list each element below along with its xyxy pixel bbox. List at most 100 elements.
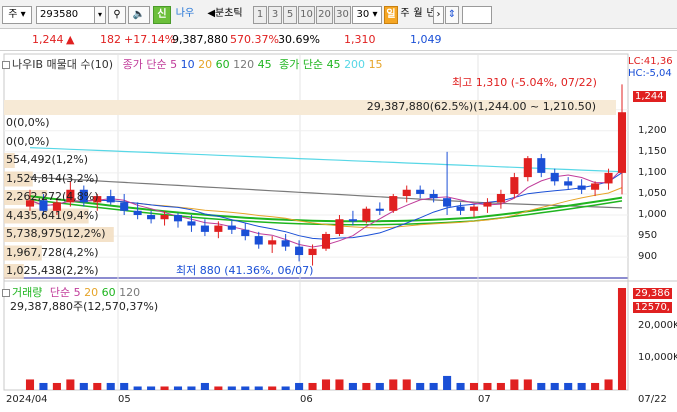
candle-body [429, 193, 438, 199]
volume-profile-label: 0(0,0%) [6, 134, 50, 148]
interval-3-button[interactable]: 3 [268, 6, 282, 24]
candle-body [564, 181, 573, 186]
interval-tick-button[interactable]: ◀분초틱 [200, 6, 250, 24]
market-select[interactable]: 주 ▾ [2, 6, 32, 24]
candle-body [389, 196, 398, 211]
updown-arrow-icon[interactable]: ⇕ [445, 6, 459, 24]
stock-code-value: 293580 [40, 9, 79, 20]
extra-input[interactable] [462, 6, 492, 24]
volume-profile-label: 2,262,272(4,8%) [6, 190, 99, 203]
lc-label: LC:41,36 [628, 56, 673, 67]
volume-bar [469, 382, 479, 390]
candle-body [550, 172, 559, 182]
current-price-tag: 1,244 [633, 91, 666, 102]
volume-bar [187, 386, 196, 390]
interval-20-button[interactable]: 20 [316, 6, 333, 24]
volume-bar [200, 382, 209, 390]
naum-button[interactable]: 나우 [171, 6, 199, 24]
volume-profile-label: 1,025,438(2,2%) [6, 264, 99, 277]
candle-body [321, 233, 331, 249]
volume-bar [227, 386, 236, 390]
candle-body [106, 196, 115, 203]
date-axis-tick: 05 [118, 394, 131, 405]
legend-checkbox-icon[interactable] [2, 61, 10, 69]
interval-select[interactable]: 30 ▾ [352, 6, 382, 24]
interval-1-button[interactable]: 1 [253, 6, 267, 24]
turnover-rate: 30.69% [278, 33, 320, 46]
volume-bar [52, 382, 61, 390]
price-axis-tick: 1,150 [638, 145, 667, 157]
candle-body [160, 215, 169, 220]
high-price: 1,310 [344, 33, 376, 46]
interval-30-button[interactable]: 30 [334, 6, 351, 24]
volume-bar [173, 386, 183, 390]
low-annotation: 최저 880 (41.36%, 06/07) [176, 264, 314, 277]
candle-body [173, 215, 183, 222]
interval-select-value: 30 [356, 9, 370, 20]
candle-body [443, 198, 452, 207]
candle-body [241, 229, 250, 237]
volume-bar [25, 379, 35, 390]
volume-bar [79, 382, 88, 390]
volume-bar [389, 379, 398, 390]
candle-body [416, 189, 425, 194]
chart-area[interactable]: 29,387,880(62.5%)(1,244.00 ~ 1,210.50) 나… [0, 52, 677, 412]
ma-period-10: 10 [180, 58, 195, 71]
chevron-right-icon[interactable]: › [433, 6, 444, 24]
price-axis-tick: 900 [638, 251, 658, 263]
candle-body [456, 206, 465, 211]
ma2-period-45: 45 [326, 58, 341, 71]
current-volume-tag: 29,386 [633, 288, 672, 299]
candle-body [375, 208, 384, 211]
volume-bar [550, 382, 559, 390]
candle-body [591, 183, 600, 190]
interval-5-button[interactable]: 5 [283, 6, 297, 24]
volume-profile-label: 1,967,728(4,2%) [6, 245, 99, 259]
ma2-label: 종가 단순 [279, 58, 324, 71]
volume-bar [335, 379, 344, 390]
interval-10-button[interactable]: 10 [298, 6, 315, 24]
hc-label: HC:-5,04 [628, 68, 672, 79]
volume-bar [281, 386, 290, 390]
volume-bar [402, 379, 411, 390]
search-icon[interactable]: ⚲ [108, 6, 126, 24]
quote-row: 1,244 ▲ 182 +17.14% 9,387,880 570.37% 30… [0, 29, 677, 51]
speaker-icon[interactable]: 🔈 [128, 6, 150, 24]
volume-bar [564, 382, 573, 390]
candle-body [537, 158, 546, 173]
price-axis-tick: 1,000 [638, 209, 667, 221]
candle-body [604, 172, 613, 184]
high-annotation: 최고 1,310 (-5.04%, 07/22) [452, 76, 597, 89]
candle-body [200, 225, 209, 232]
volume-profile-label: 554,492(1,2%) [6, 153, 89, 166]
volume-bar [93, 382, 102, 390]
stock-code-dropdown-icon[interactable]: ▾ [94, 6, 106, 24]
candle-body [483, 202, 492, 207]
candle-body [469, 206, 479, 211]
volume-profile-label: 5,738,975(12,2%) [6, 227, 106, 240]
price-axis-tick: 950 [638, 230, 658, 242]
legend-checkbox-icon[interactable] [2, 289, 10, 297]
change-amount: 182 [100, 33, 121, 46]
period-day-button[interactable]: 일 [384, 6, 398, 24]
volume-axis-tick: 20,000K [638, 320, 677, 331]
candle-body [254, 236, 263, 245]
date-axis-tick: 2024/04 [6, 394, 48, 405]
volume-bar [617, 288, 627, 390]
low-price: 1,049 [410, 33, 442, 46]
volume-bar [308, 382, 317, 390]
volume-bar [348, 382, 357, 390]
candle-body [281, 240, 290, 247]
candle-body [120, 202, 129, 211]
volume-bar [362, 382, 371, 390]
candle-body [133, 210, 142, 216]
volume-bar [456, 382, 465, 390]
price-axis-tick: 1,200 [638, 124, 667, 136]
new-button[interactable]: 신 [153, 6, 171, 24]
ma-period-5: 5 [170, 58, 178, 71]
period-month-button[interactable]: 월 [411, 6, 425, 24]
period-week-button[interactable]: 주 [398, 6, 412, 24]
volume-profile-label: 0(0,0%) [6, 116, 50, 129]
volume-bar [214, 386, 223, 390]
volume-bar [443, 375, 452, 390]
